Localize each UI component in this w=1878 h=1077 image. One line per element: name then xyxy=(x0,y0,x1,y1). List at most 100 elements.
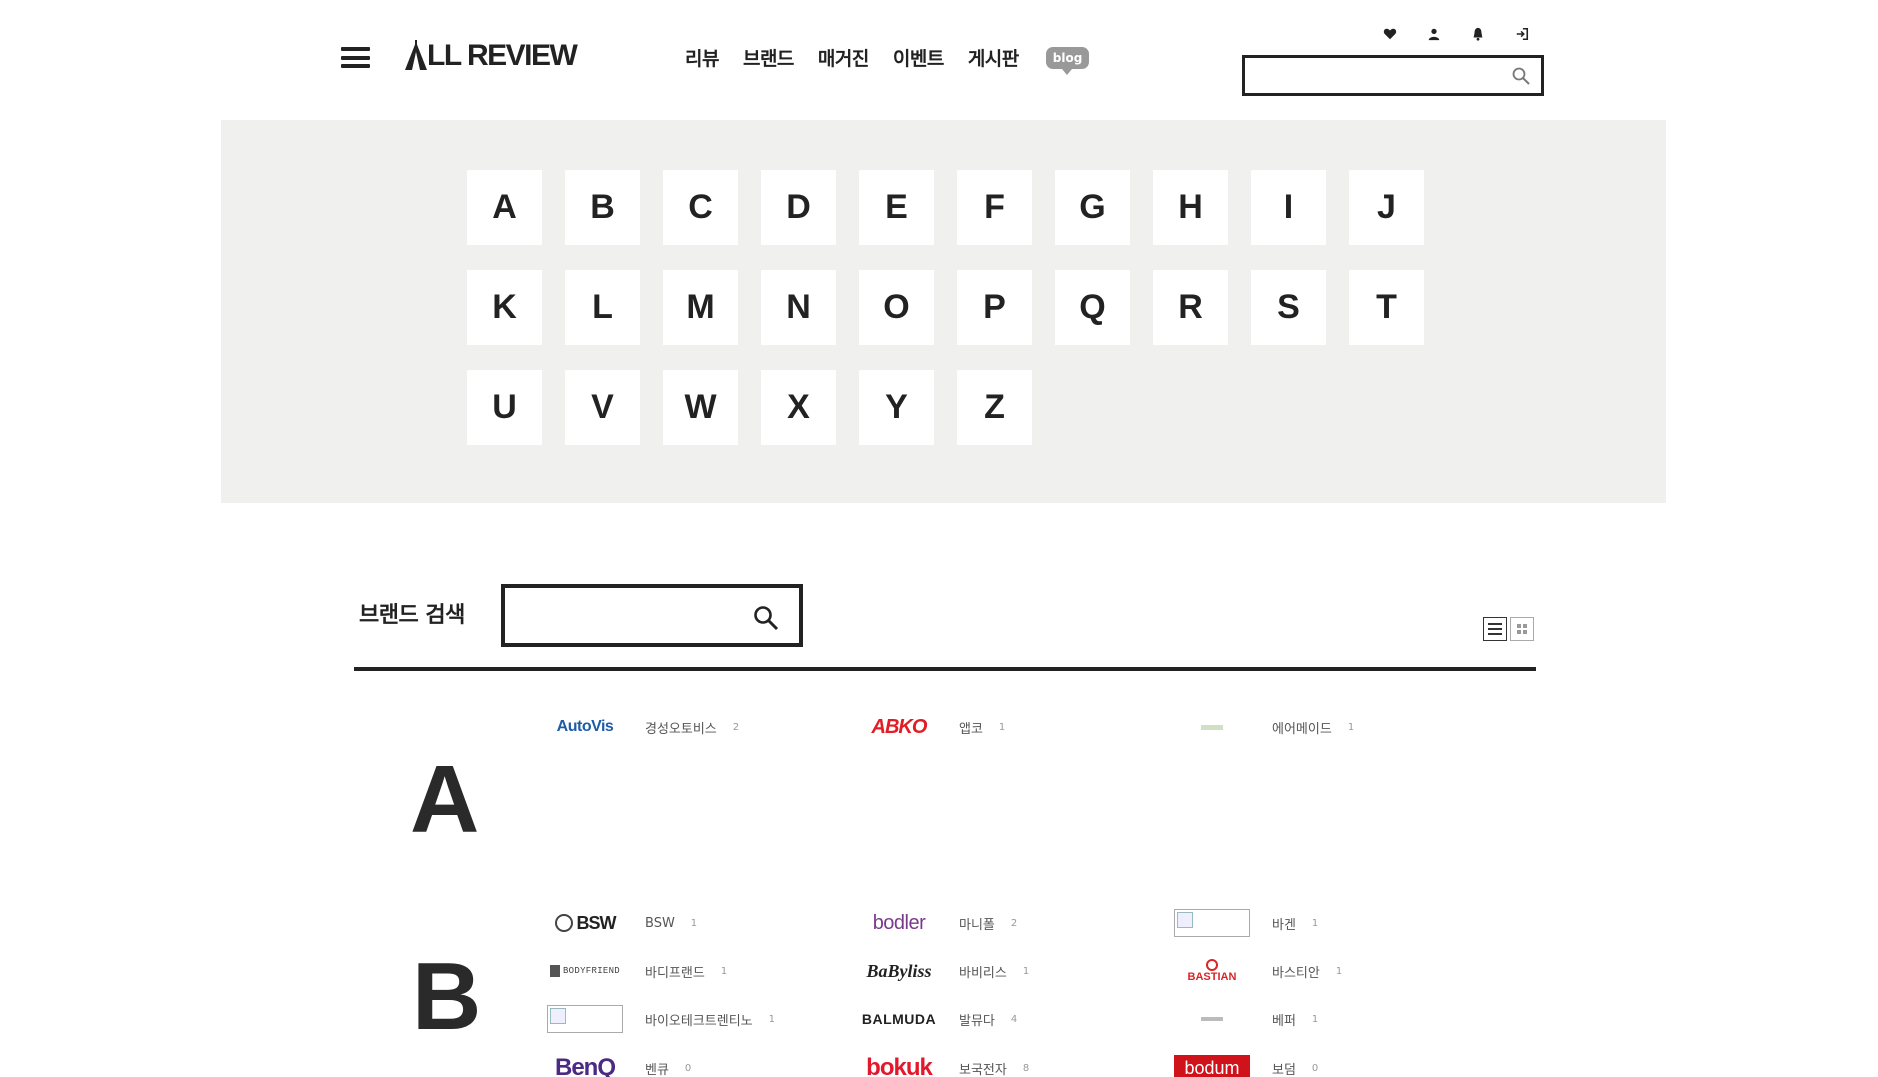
brand-item[interactable]: BenQ 벤큐 0 xyxy=(547,1053,691,1077)
section-divider xyxy=(354,667,1536,671)
brand-count: 2 xyxy=(732,721,740,733)
brand-logo-abko: ABKO xyxy=(871,715,928,738)
alphabet-button-n[interactable]: N xyxy=(761,270,836,345)
search-icon[interactable] xyxy=(753,605,779,631)
brand-item[interactable]: BSW BSW 1 xyxy=(547,908,697,938)
logo-tower-icon xyxy=(405,40,427,70)
alphabet-button-t[interactable]: T xyxy=(1349,270,1424,345)
brand-name: 발뮤다 xyxy=(959,1013,995,1029)
brand-logo-broken-image xyxy=(547,1004,623,1034)
main-nav: 리뷰 브랜드 매거진 이벤트 게시판 blog xyxy=(685,44,1090,75)
brand-name: 에어메이드 xyxy=(1272,721,1332,737)
brand-logo-babyliss: BaByliss xyxy=(866,960,932,981)
nav-event[interactable]: 이벤트 xyxy=(893,44,944,71)
menu-icon[interactable] xyxy=(341,47,370,68)
logout-icon[interactable] xyxy=(1512,25,1532,43)
brand-name: 앱코 xyxy=(959,721,983,737)
user-icon[interactable] xyxy=(1424,25,1444,43)
brand-logo-broken-image xyxy=(1174,908,1250,938)
brand-name: 마니폴 xyxy=(959,917,995,933)
brand-count: 1 xyxy=(768,1013,776,1025)
nav-blog[interactable]: blog xyxy=(1045,46,1090,75)
nav-review[interactable]: 리뷰 xyxy=(685,44,719,71)
alphabet-button-s[interactable]: S xyxy=(1251,270,1326,345)
alphabet-grid: A B C D E F G H I J K L M N O P Q R S T … xyxy=(467,170,1424,445)
search-icon[interactable] xyxy=(1511,66,1531,86)
brand-item[interactable]: AutoVis 경성오토비스 2 xyxy=(547,712,739,742)
brand-item[interactable]: BODYFRIEND 바디프랜드 1 xyxy=(547,956,727,986)
alphabet-button-q[interactable]: Q xyxy=(1055,270,1130,345)
alphabet-button-g[interactable]: G xyxy=(1055,170,1130,245)
brand-search-input[interactable] xyxy=(505,588,735,643)
brand-count: 1 xyxy=(1347,721,1355,733)
alphabet-button-d[interactable]: D xyxy=(761,170,836,245)
brand-item[interactable]: ABKO 앱코 1 xyxy=(861,712,1006,742)
brand-name: BSW xyxy=(645,915,675,931)
alphabet-button-f[interactable]: F xyxy=(957,170,1032,245)
brand-count: 8 xyxy=(1022,1062,1030,1074)
alphabet-button-p[interactable]: P xyxy=(957,270,1032,345)
brand-item[interactable]: bodum 보덤 0 xyxy=(1174,1053,1318,1077)
brand-name: 베퍼 xyxy=(1272,1013,1296,1029)
alphabet-button-z[interactable]: Z xyxy=(957,370,1032,445)
nav-magazine[interactable]: 매거진 xyxy=(818,44,869,71)
brand-name: 바겐 xyxy=(1272,917,1296,933)
logo-text: LL REVIEW xyxy=(427,39,578,72)
alphabet-button-y[interactable]: Y xyxy=(859,370,934,445)
alphabet-button-r[interactable]: R xyxy=(1153,270,1228,345)
header: LL REVIEW 리뷰 브랜드 매거진 이벤트 게시판 blog xyxy=(0,0,1878,120)
alphabet-button-w[interactable]: W xyxy=(663,370,738,445)
brand-item[interactable]: 바겐 1 xyxy=(1174,908,1318,938)
brand-logo-bsw: BSW xyxy=(547,908,623,938)
brand-search-title: 브랜드 검색 xyxy=(359,603,465,628)
alphabet-button-h[interactable]: H xyxy=(1153,170,1228,245)
brand-name: 바디프랜드 xyxy=(645,965,705,981)
nav-brand[interactable]: 브랜드 xyxy=(743,44,794,71)
brand-count: 1 xyxy=(998,721,1006,733)
brand-item[interactable]: bodler 마니폴 2 xyxy=(861,908,1018,938)
heart-icon[interactable] xyxy=(1380,25,1400,43)
alphabet-button-e[interactable]: E xyxy=(859,170,934,245)
brand-count: 1 xyxy=(1311,1013,1319,1025)
brand-logo-bokuk: bokuk xyxy=(866,1054,933,1077)
brand-name: 벤큐 xyxy=(645,1062,669,1077)
alphabet-button-o[interactable]: O xyxy=(859,270,934,345)
alphabet-button-j[interactable]: J xyxy=(1349,170,1424,245)
alphabet-button-l[interactable]: L xyxy=(565,270,640,345)
brand-logo-bastian: BASTIAN xyxy=(1174,956,1250,986)
brand-item[interactable]: 에어메이드 1 xyxy=(1174,712,1354,742)
brand-logo-beper xyxy=(1174,1004,1250,1034)
list-view-icon[interactable] xyxy=(1483,617,1507,641)
brand-item[interactable]: bokuk 보국전자 8 xyxy=(861,1053,1029,1077)
site-logo[interactable]: LL REVIEW xyxy=(403,38,578,74)
alphabet-button-b[interactable]: B xyxy=(565,170,640,245)
alphabet-button-k[interactable]: K xyxy=(467,270,542,345)
brand-name: 경성오토비스 xyxy=(645,721,717,737)
nav-board[interactable]: 게시판 xyxy=(968,44,1019,71)
top-search-input[interactable] xyxy=(1245,58,1495,93)
alphabet-button-c[interactable]: C xyxy=(663,170,738,245)
alphabet-button-v[interactable]: V xyxy=(565,370,640,445)
brand-logo-balmuda: BALMUDA xyxy=(861,1011,937,1027)
brand-item[interactable]: 베퍼 1 xyxy=(1174,1004,1318,1034)
brand-count: 0 xyxy=(1311,1062,1319,1074)
alphabet-button-m[interactable]: M xyxy=(663,270,738,345)
alphabet-button-x[interactable]: X xyxy=(761,370,836,445)
brand-item[interactable]: BALMUDA 발뮤다 4 xyxy=(861,1004,1017,1034)
brand-name: 바스티안 xyxy=(1272,965,1320,981)
brand-logo-bodum: bodum xyxy=(1174,1053,1250,1077)
brand-count: 1 xyxy=(720,965,728,977)
brand-count: 0 xyxy=(684,1062,692,1074)
alphabet-button-a[interactable]: A xyxy=(467,170,542,245)
brand-search-box xyxy=(501,584,803,647)
grid-view-icon[interactable] xyxy=(1510,617,1534,641)
alphabet-button-u[interactable]: U xyxy=(467,370,542,445)
brand-logo-bodyfriend: BODYFRIEND xyxy=(547,956,623,986)
section-letter-a: A xyxy=(410,746,480,853)
brand-item[interactable]: BASTIAN 바스티안 1 xyxy=(1174,956,1342,986)
brand-logo-bodler: bodler xyxy=(872,911,926,934)
brand-item[interactable]: 바이오테크트렌티노 1 xyxy=(547,1004,775,1034)
brand-item[interactable]: BaByliss 바비리스 1 xyxy=(861,956,1029,986)
bell-icon[interactable] xyxy=(1468,25,1488,43)
alphabet-button-i[interactable]: I xyxy=(1251,170,1326,245)
